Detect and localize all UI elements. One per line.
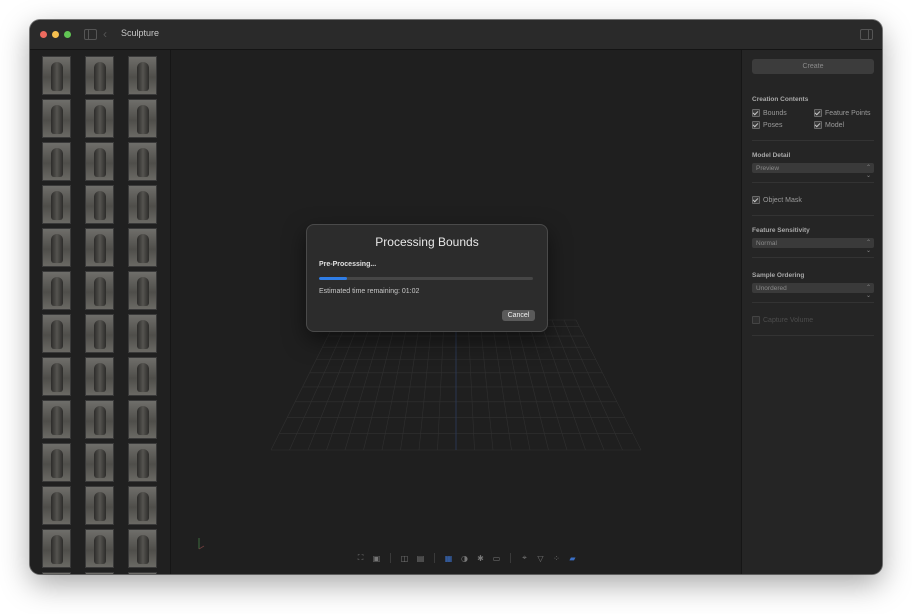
filter-icon[interactable]: ▽ [535, 553, 546, 564]
close-window-button[interactable] [40, 31, 47, 38]
back-chevron-icon[interactable]: ‹ [103, 27, 107, 41]
photo-thumbnail[interactable] [128, 572, 157, 574]
checkmark-icon [752, 196, 760, 204]
cancel-button[interactable]: Cancel [502, 310, 535, 321]
model-label: Model [825, 121, 845, 129]
photo-thumbnail[interactable] [42, 314, 71, 353]
photo-thumbnail[interactable] [85, 443, 114, 482]
sample-ordering-heading: Sample Ordering [752, 272, 805, 279]
dialog-title: Processing Bounds [375, 235, 479, 249]
chevron-updown-icon: ⌃ ⌄ [865, 284, 871, 299]
object-mask-checkbox[interactable]: Object Mask [752, 196, 802, 204]
thumbnail-grid [42, 56, 157, 574]
photo-thumbnail[interactable] [128, 185, 157, 224]
poses-label: Poses [763, 121, 783, 129]
photo-thumbnail[interactable] [85, 314, 114, 353]
model-detail-select[interactable]: Preview ⌃ ⌄ [752, 163, 874, 179]
photo-thumbnail[interactable] [85, 142, 114, 181]
photo-thumbnail[interactable] [42, 228, 71, 267]
photo-thumbnail[interactable] [42, 56, 71, 95]
poses-checkbox[interactable]: Poses [752, 121, 782, 129]
grid-icon[interactable]: ▦ [443, 553, 454, 564]
photo-thumbnail[interactable] [42, 529, 71, 568]
photo-thumbnail[interactable] [128, 56, 157, 95]
feature-sensitivity-heading: Feature Sensitivity [752, 227, 810, 234]
title-bar: ‹ Sculpture [30, 20, 882, 50]
bounds-checkbox[interactable]: Bounds [752, 109, 787, 117]
window-title: Sculpture [121, 28, 160, 38]
feature-sensitivity-select[interactable]: Normal ⌃ ⌄ [752, 238, 874, 254]
viewport-toolbar: ⛶ ▣ ◫ ▤ ▦ ◑ ✱ ▭ ⌖ ▽ ⁘ ▰ [355, 551, 578, 565]
photo-thumbnail[interactable] [42, 443, 71, 482]
photo-thumbnail[interactable] [42, 99, 71, 138]
contrast-icon[interactable]: ◑ [459, 553, 470, 564]
zoom-window-button[interactable] [64, 31, 71, 38]
chevron-updown-icon: ⌃ ⌄ [865, 164, 871, 179]
photo-thumbnail[interactable] [85, 228, 114, 267]
photo-thumbnail[interactable] [85, 271, 114, 310]
model-checkbox[interactable]: Model [814, 121, 844, 129]
photo-thumbnail[interactable] [128, 271, 157, 310]
sample-ordering-select[interactable]: Unordered ⌃ ⌄ [752, 283, 874, 299]
processing-status: Pre-Processing... [319, 261, 377, 268]
sidebar-toggle-icon[interactable] [84, 29, 97, 40]
points-icon[interactable]: ⁘ [551, 553, 562, 564]
photo-thumbnail[interactable] [42, 185, 71, 224]
photo-thumbnail[interactable] [128, 529, 157, 568]
checkmark-icon [752, 109, 760, 117]
create-button[interactable]: Create [752, 59, 874, 74]
photo-thumbnail[interactable] [42, 142, 71, 181]
photo-thumbnail[interactable] [42, 271, 71, 310]
photo-thumbnail[interactable] [85, 486, 114, 525]
photo-thumbnail[interactable] [128, 314, 157, 353]
checkmark-icon [814, 121, 822, 129]
progress-bar [319, 277, 533, 280]
bounds-icon[interactable]: ▣ [371, 553, 382, 564]
frame-icon[interactable]: ⛶ [355, 553, 366, 564]
image-thumbnail-sidebar[interactable] [30, 50, 171, 574]
creation-contents-heading: Creation Contents [752, 96, 809, 103]
photo-thumbnail[interactable] [85, 56, 114, 95]
orientation-axis-icon [198, 538, 205, 550]
inspector-toggle-icon[interactable] [860, 29, 873, 40]
photo-thumbnail[interactable] [128, 400, 157, 439]
processing-dialog: Processing Bounds Pre-Processing... Esti… [306, 224, 548, 332]
checkmark-icon [752, 121, 760, 129]
minimize-window-button[interactable] [52, 31, 59, 38]
time-remaining: Estimated time remaining: 01:02 [319, 288, 420, 295]
photo-thumbnail[interactable] [42, 572, 71, 574]
bounds-label: Bounds [763, 109, 787, 117]
camera-icon[interactable]: ◫ [399, 553, 410, 564]
photo-thumbnail[interactable] [85, 400, 114, 439]
photo-thumbnail[interactable] [85, 357, 114, 396]
axis-icon[interactable]: ⌖ [519, 553, 530, 564]
photo-thumbnail[interactable] [128, 99, 157, 138]
feature-points-label: Feature Points [825, 109, 871, 117]
photo-thumbnail[interactable] [128, 228, 157, 267]
photo-thumbnail[interactable] [128, 142, 157, 181]
photo-thumbnail[interactable] [85, 572, 114, 574]
chevron-updown-icon: ⌃ ⌄ [865, 239, 871, 254]
photo-thumbnail[interactable] [42, 357, 71, 396]
photo-thumbnail[interactable] [128, 486, 157, 525]
progress-fill [319, 277, 347, 280]
checkmark-icon [814, 109, 822, 117]
model-icon[interactable]: ▰ [567, 553, 578, 564]
capture-volume-label: Capture Volume [763, 316, 814, 324]
light-icon[interactable]: ✱ [475, 553, 486, 564]
photo-thumbnail[interactable] [128, 443, 157, 482]
object-mask-label: Object Mask [763, 196, 802, 204]
photo-thumbnail[interactable] [85, 529, 114, 568]
rect-icon[interactable]: ▭ [491, 553, 502, 564]
capture-volume-checkbox[interactable]: Capture Volume [752, 316, 813, 324]
photo-thumbnail[interactable] [128, 357, 157, 396]
image-icon[interactable]: ▤ [415, 553, 426, 564]
feature-points-checkbox[interactable]: Feature Points [814, 109, 871, 117]
inspector-panel: Create Creation Contents Bounds Feature … [741, 50, 882, 574]
photo-thumbnail[interactable] [42, 400, 71, 439]
photo-thumbnail[interactable] [85, 99, 114, 138]
model-detail-heading: Model Detail [752, 152, 791, 159]
photo-thumbnail[interactable] [42, 486, 71, 525]
photo-thumbnail[interactable] [85, 185, 114, 224]
